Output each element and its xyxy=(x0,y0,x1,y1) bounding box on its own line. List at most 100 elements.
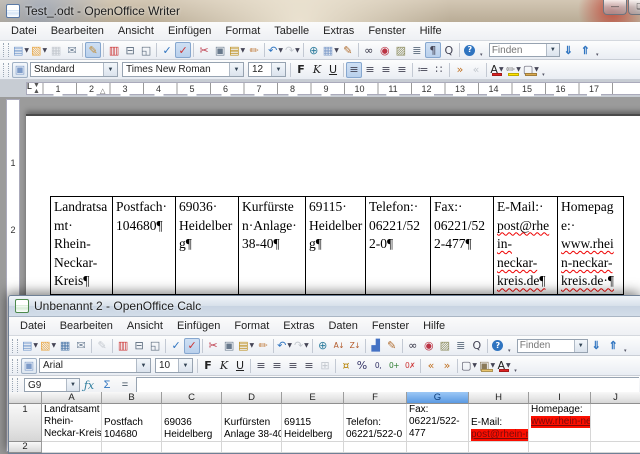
font-color-button[interactable]: A▼ xyxy=(489,62,505,78)
column-header-j[interactable]: J xyxy=(591,392,640,404)
delete-decimal-button[interactable]: 0✗ xyxy=(402,358,418,374)
writer-menu-extras[interactable]: Extras xyxy=(316,24,361,38)
undo-button-dropdown-icon[interactable]: ▼ xyxy=(278,47,283,54)
calc-menu-fenster[interactable]: Fenster xyxy=(365,319,416,333)
minimize-button[interactable]: — xyxy=(603,0,627,15)
align-right-button[interactable]: ≡ xyxy=(378,62,394,78)
calc-menu-format[interactable]: Format xyxy=(227,319,276,333)
styles-button[interactable]: ▣ xyxy=(12,62,28,78)
redo-button-dropdown-icon[interactable]: ▼ xyxy=(304,342,309,349)
increase-indent-button[interactable]: » xyxy=(452,62,468,78)
cell-h1[interactable]: E-Mail:post@rhein-ne xyxy=(469,404,529,442)
bold-button[interactable]: F xyxy=(200,358,216,374)
row-header-2[interactable]: 2 xyxy=(9,442,42,453)
column-header-b[interactable]: B xyxy=(102,392,162,404)
auto-spellcheck-button[interactable]: ✓ xyxy=(175,42,191,58)
calc-menu-hilfe[interactable]: Hilfe xyxy=(416,319,452,333)
new-document-button[interactable]: ▤▼ xyxy=(21,338,39,354)
align-left-button[interactable]: ≡ xyxy=(346,62,362,78)
column-header-d[interactable]: D xyxy=(222,392,282,404)
tab-stop-marker[interactable]: L xyxy=(27,84,32,90)
column-header-c[interactable]: C xyxy=(162,392,222,404)
print-button[interactable]: ⊟ xyxy=(131,338,147,354)
font-name-select[interactable]: Arial▼ xyxy=(39,358,151,373)
cell-reference-box[interactable]: G9 ▼ xyxy=(24,378,80,392)
font-name-select[interactable]: Times New Roman▼ xyxy=(122,62,244,77)
cell-c2[interactable] xyxy=(162,442,222,453)
cut-button[interactable]: ✂ xyxy=(205,338,221,354)
chevron-down-icon[interactable]: ▼ xyxy=(271,63,285,76)
cell-a1[interactable]: LandratsamtRhein-Neckar-Kreis xyxy=(42,404,102,442)
increase-indent-button[interactable]: » xyxy=(439,358,455,374)
sort-descending-button[interactable]: Z↓ xyxy=(347,338,363,354)
writer-menu-format[interactable]: Format xyxy=(218,24,267,38)
styles-button[interactable]: ▣ xyxy=(21,358,37,374)
table-cell[interactable]: 69115·Heidelberg¶ xyxy=(305,197,365,294)
toolbar-overflow-button[interactable]: ▾ xyxy=(622,338,629,354)
table-cell[interactable]: Fax:·06221/522-477¶ xyxy=(430,197,493,294)
cell-i1[interactable]: Homepage:www.rhein-nec xyxy=(529,404,591,442)
table-cell[interactable]: E-Mail:·post@rhein-neckar-kreis.de¶ xyxy=(493,197,557,294)
print-button[interactable]: ⊟ xyxy=(122,42,138,58)
paste-button-dropdown-icon[interactable]: ▼ xyxy=(249,342,254,349)
cell-h2[interactable] xyxy=(469,442,529,453)
toolbar-grip[interactable] xyxy=(3,63,9,77)
calc-menu-ansicht[interactable]: Ansicht xyxy=(120,319,170,333)
italic-button[interactable]: K xyxy=(216,358,232,374)
edit-mode-button[interactable]: ✎ xyxy=(94,338,110,354)
borders-button[interactable]: ▢▼ xyxy=(460,358,478,374)
navigator-button[interactable]: ◉ xyxy=(421,338,437,354)
italic-button[interactable]: K xyxy=(309,62,325,78)
toolbar-overflow-button[interactable]: ▾ xyxy=(540,62,547,78)
export-pdf-button[interactable]: ▥ xyxy=(115,338,131,354)
calc-titlebar[interactable]: Unbenannt 2 - OpenOffice Calc xyxy=(9,296,640,317)
maximize-button[interactable]: ❏ xyxy=(628,0,640,15)
find-input[interactable] xyxy=(518,340,574,352)
spellcheck-button[interactable]: ✓ xyxy=(168,338,184,354)
data-sources-button[interactable]: ≣ xyxy=(453,338,469,354)
cell-d1[interactable]: KurfürstenAnlage 38-40 xyxy=(222,404,282,442)
save-button[interactable]: ▦ xyxy=(48,42,64,58)
format-paintbrush-button[interactable]: ✏ xyxy=(246,42,262,58)
numbered-list-button[interactable]: ≔ xyxy=(415,62,431,78)
toolbar-grip[interactable] xyxy=(12,339,18,353)
font-size-select[interactable]: 10▼ xyxy=(155,358,193,373)
align-right-button[interactable]: ≡ xyxy=(285,358,301,374)
select-all-corner[interactable] xyxy=(9,392,42,404)
paste-button-dropdown-icon[interactable]: ▼ xyxy=(240,47,245,54)
table-button-dropdown-icon[interactable]: ▼ xyxy=(334,47,339,54)
paste-button[interactable]: ▤▼ xyxy=(228,42,246,58)
writer-menu-hilfe[interactable]: Hilfe xyxy=(413,24,449,38)
number-format-standard-button[interactable]: 0, xyxy=(370,358,386,374)
find-previous-icon[interactable]: ⇑ xyxy=(577,42,594,58)
decrease-indent-button[interactable]: « xyxy=(468,62,484,78)
font-color-button[interactable]: A▼ xyxy=(496,358,512,374)
auto-spellcheck-button[interactable]: ✓ xyxy=(184,338,200,354)
toolbar-grip[interactable] xyxy=(12,378,18,392)
format-paintbrush-button[interactable]: ✏ xyxy=(255,338,271,354)
spellcheck-button[interactable]: ✓ xyxy=(159,42,175,58)
calc-menu-einfgen[interactable]: Einfügen xyxy=(170,319,227,333)
edit-mode-button[interactable]: ✎ xyxy=(85,42,101,58)
merge-cells-button[interactable]: ⊞ xyxy=(317,358,333,374)
cut-button[interactable]: ✂ xyxy=(196,42,212,58)
chevron-down-icon[interactable]: ▼ xyxy=(103,63,117,76)
cell-e1[interactable]: 69115Heidelberg xyxy=(282,404,344,442)
redo-button[interactable]: ↷▼ xyxy=(293,338,310,354)
toolbar-grip[interactable] xyxy=(12,359,18,373)
paragraph-style-select[interactable]: Standard▼ xyxy=(30,62,118,77)
email-button[interactable]: ✉ xyxy=(64,42,80,58)
redo-button-dropdown-icon[interactable]: ▼ xyxy=(295,47,300,54)
writer-menu-tabelle[interactable]: Tabelle xyxy=(267,24,316,38)
undo-button[interactable]: ↶▼ xyxy=(276,338,293,354)
highlighting-button[interactable]: ✏▼ xyxy=(505,62,522,78)
cell-e2[interactable] xyxy=(282,442,344,453)
align-justify-button[interactable]: ≡ xyxy=(394,62,410,78)
row-header-1[interactable]: 1 xyxy=(9,404,42,442)
hyperlink-button[interactable]: ⊕ xyxy=(315,338,331,354)
cell-f2[interactable] xyxy=(344,442,407,453)
chevron-down-icon[interactable]: ▼ xyxy=(66,379,79,391)
draw-functions-button[interactable]: ✎ xyxy=(340,42,356,58)
cell-c1[interactable]: 69036Heidelberg xyxy=(162,404,222,442)
column-header-a[interactable]: A xyxy=(42,392,102,404)
